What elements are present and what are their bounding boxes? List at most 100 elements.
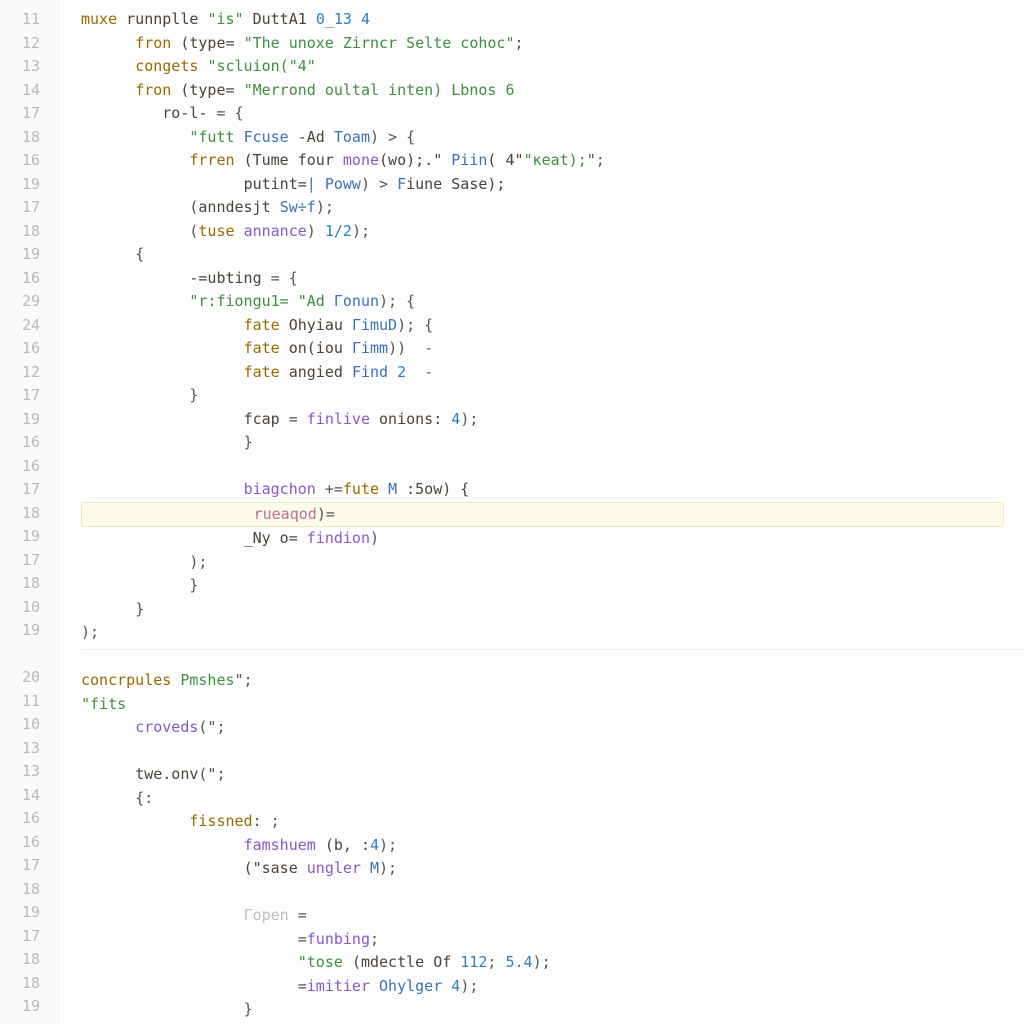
line-number: 10 xyxy=(0,596,58,620)
code-line[interactable]: croveds("; xyxy=(81,716,1024,740)
line-number: 19 xyxy=(0,408,58,432)
code-token: Ohylger xyxy=(379,977,451,995)
code-token: Pmshes xyxy=(180,671,234,689)
code-token: "scluion( xyxy=(207,57,288,75)
code-line[interactable]: "futt Fcuse -Ad Toam) > { xyxy=(81,126,1024,150)
code-token: _Ny o= xyxy=(244,529,307,547)
code-line[interactable]: fcap = finlive onions: 4); xyxy=(81,408,1024,432)
code-token: (type= xyxy=(180,34,243,52)
code-token: fron xyxy=(135,34,180,52)
code-line[interactable]: _Ny o= findion) xyxy=(81,527,1024,551)
code-line[interactable]: } xyxy=(81,431,1024,455)
code-token: Гopen xyxy=(244,906,298,924)
code-token: runnplle xyxy=(126,10,207,28)
code-token: DuttA1 xyxy=(244,10,316,28)
code-token: biagchon xyxy=(244,480,325,498)
code-line-highlighted[interactable]: rueaqod)= xyxy=(81,502,1004,528)
code-token: "кeat); xyxy=(524,151,587,169)
code-editor[interactable]: 1112131417181619171819162924161217191616… xyxy=(0,0,1024,1024)
code-token: fate xyxy=(244,316,289,334)
code-token: rueaqod xyxy=(245,505,317,523)
code-line[interactable]: "r:fiongu1= "Ad Гonun); { xyxy=(81,290,1024,314)
line-number: 16 xyxy=(0,267,58,291)
code-line[interactable]: {: xyxy=(81,787,1024,811)
code-line[interactable]: frren (Tume four mone(wo);." Piin( 4""кe… xyxy=(81,149,1024,173)
code-line[interactable]: ("sase ungler M); xyxy=(81,857,1024,881)
code-line[interactable]: biagchon +=fute M :5ow) { xyxy=(81,478,1024,502)
code-token: twe.onv xyxy=(135,765,198,783)
line-number: 18 xyxy=(0,502,58,526)
code-line[interactable]: fissned: ; xyxy=(81,810,1024,834)
code-token: ; xyxy=(370,930,379,948)
code-token: fate xyxy=(244,363,289,381)
code-token: "Merrond oultal inten) Lbnos 6 xyxy=(244,81,515,99)
code-line[interactable]: fron (type= "Merrond oultal inten) Lbnos… xyxy=(81,79,1024,103)
code-token: Ohyiau xyxy=(289,316,352,334)
code-token: fissned xyxy=(189,812,252,830)
code-token: } xyxy=(189,386,198,404)
code-token: ); xyxy=(316,198,334,216)
code-line[interactable]: fate on(iou Гimm)) - xyxy=(81,337,1024,361)
code-token: "; xyxy=(235,671,253,689)
code-line[interactable]: } xyxy=(81,598,1024,622)
code-token: ("sase xyxy=(244,859,307,877)
code-token: } xyxy=(244,433,253,451)
code-token: ); xyxy=(189,553,207,571)
code-token: fcap xyxy=(244,410,289,428)
code-line[interactable]: concrpules Pmshes"; xyxy=(81,669,1024,693)
code-token: M xyxy=(370,859,379,877)
code-token: imitier xyxy=(307,977,379,995)
code-line[interactable]: "fits xyxy=(81,693,1024,717)
code-token: | Poww xyxy=(307,175,361,193)
code-token: - xyxy=(406,363,433,381)
code-line[interactable]: =imitier Ohylger 4); xyxy=(81,975,1024,999)
code-line[interactable]: Гopen = xyxy=(81,904,1024,928)
line-number: 13 xyxy=(0,737,58,761)
code-line[interactable]: fron (type= "The unoxe Zirncr Selte coho… xyxy=(81,32,1024,56)
code-line[interactable]: -=ubting = { xyxy=(81,267,1024,291)
code-line[interactable]: muxe runnplle "is" DuttA1 0_13 4 xyxy=(81,8,1024,32)
code-line[interactable] xyxy=(81,881,1024,905)
code-token: 5.4 xyxy=(505,953,532,971)
code-token: finlive xyxy=(307,410,379,428)
code-line[interactable]: putint=| Poww) > Fiune Sase); xyxy=(81,173,1024,197)
code-token: ; xyxy=(515,34,524,52)
code-line[interactable] xyxy=(81,740,1024,764)
code-token: = xyxy=(298,930,307,948)
code-token: ); { xyxy=(379,292,415,310)
code-token: ("; xyxy=(198,718,225,736)
code-token: "; xyxy=(587,151,605,169)
code-token: muxe xyxy=(81,10,126,28)
code-token: Toam xyxy=(334,128,370,146)
code-token: = xyxy=(289,410,307,428)
line-number: 19 xyxy=(0,901,58,925)
code-line[interactable]: } xyxy=(81,574,1024,598)
code-line[interactable]: ); xyxy=(81,621,1024,645)
code-token: "tose xyxy=(298,953,352,971)
line-number: 16 xyxy=(0,831,58,855)
code-line[interactable]: (tuse annance) 1/2); xyxy=(81,220,1024,244)
code-line[interactable]: fate angied Find 2 - xyxy=(81,361,1024,385)
code-line[interactable]: fate Ohyiau ГimuD); { xyxy=(81,314,1024,338)
line-number: 17 xyxy=(0,102,58,126)
line-number: 19 xyxy=(0,619,58,643)
line-number: 17 xyxy=(0,196,58,220)
line-number: 15 xyxy=(0,1019,58,1024)
code-line[interactable]: ro-l- = { xyxy=(81,102,1024,126)
code-line[interactable]: =funbing; xyxy=(81,928,1024,952)
code-token: fate xyxy=(244,339,289,357)
code-line[interactable]: "tose (mdectle Of 112; 5.4); xyxy=(81,951,1024,975)
code-line[interactable]: ); xyxy=(81,551,1024,575)
code-line[interactable]: twe.onv("; xyxy=(81,763,1024,787)
code-token: "Ad xyxy=(298,292,334,310)
code-line[interactable] xyxy=(81,455,1024,479)
code-line[interactable]: } xyxy=(81,998,1024,1022)
code-area[interactable]: muxe runnplle "is" DuttA1 0_13 4 fron (t… xyxy=(59,0,1024,1024)
code-line[interactable]: (anndesjt Sw÷f); xyxy=(81,196,1024,220)
code-line[interactable]: } xyxy=(81,384,1024,408)
code-line[interactable]: { xyxy=(81,243,1024,267)
code-token: = xyxy=(298,977,307,995)
code-line[interactable]: congets "scluion("4" xyxy=(81,55,1024,79)
code-line[interactable]: famshuem (b, :4); xyxy=(81,834,1024,858)
code-token: (Tume four xyxy=(244,151,343,169)
